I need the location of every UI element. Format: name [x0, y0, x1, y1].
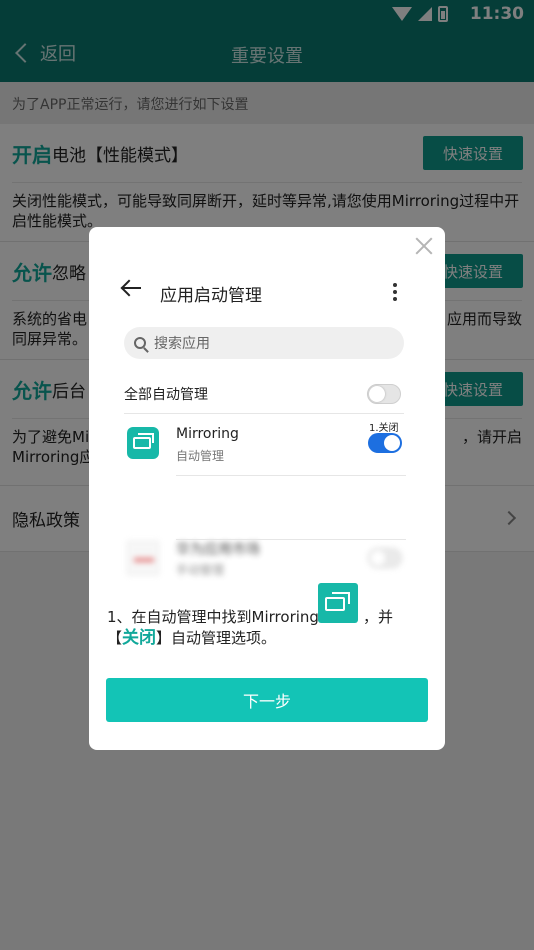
mirroring-app-icon	[127, 427, 159, 459]
mock-all-auto-row: 全部自动管理	[124, 379, 404, 409]
instruction-line-1: 1、在自动管理中找到Mirroring ，并	[107, 607, 427, 628]
instruction-part: 【	[107, 629, 123, 647]
instruction-part: 1、在自动管理中找到Mirroring	[107, 608, 319, 626]
mock-close-hint: 1.关闭	[369, 423, 399, 434]
blurred-app-name: 华为应用市场	[176, 542, 260, 558]
mock-title: 应用启动管理	[160, 286, 262, 306]
mock-app-name: Mirroring	[176, 426, 239, 442]
mock-search-placeholder: 搜索应用	[154, 336, 210, 352]
mock-all-toggle	[367, 384, 401, 404]
instruction-part: 】自动管理选项。	[156, 629, 277, 647]
instruction-part: ，并	[362, 608, 393, 626]
mock-header: 应用启动管理	[107, 269, 417, 319]
next-step-button[interactable]: 下一步	[106, 678, 428, 722]
instruction-highlight: 关闭	[122, 628, 157, 648]
blurred-app-icon	[127, 541, 159, 575]
mock-app-toggle	[368, 433, 402, 453]
setup-guide-dialog: 应用启动管理 搜索应用 全部自动管理 Mirroring 自动管理 1.关闭 华…	[89, 227, 445, 750]
divider	[176, 539, 406, 540]
divider	[124, 413, 404, 414]
guide-screenshot: 应用启动管理 搜索应用 全部自动管理 Mirroring 自动管理 1.关闭 华…	[107, 269, 417, 577]
divider	[176, 475, 406, 476]
mock-all-label: 全部自动管理	[124, 387, 208, 403]
instruction-text: 1、在自动管理中找到Mirroring ，并 【关闭】自动管理选项。	[107, 607, 427, 649]
instruction-line-2: 【关闭】自动管理选项。	[107, 628, 427, 649]
arrow-left-icon	[123, 287, 141, 289]
mock-search-bar: 搜索应用	[124, 327, 404, 359]
blurred-app-sub: 手动管理	[176, 563, 225, 577]
search-icon	[134, 337, 146, 349]
more-vert-icon	[393, 283, 397, 301]
mock-app-sub: 自动管理	[176, 449, 225, 463]
blurred-toggle	[368, 548, 402, 568]
close-icon[interactable]	[413, 235, 435, 257]
